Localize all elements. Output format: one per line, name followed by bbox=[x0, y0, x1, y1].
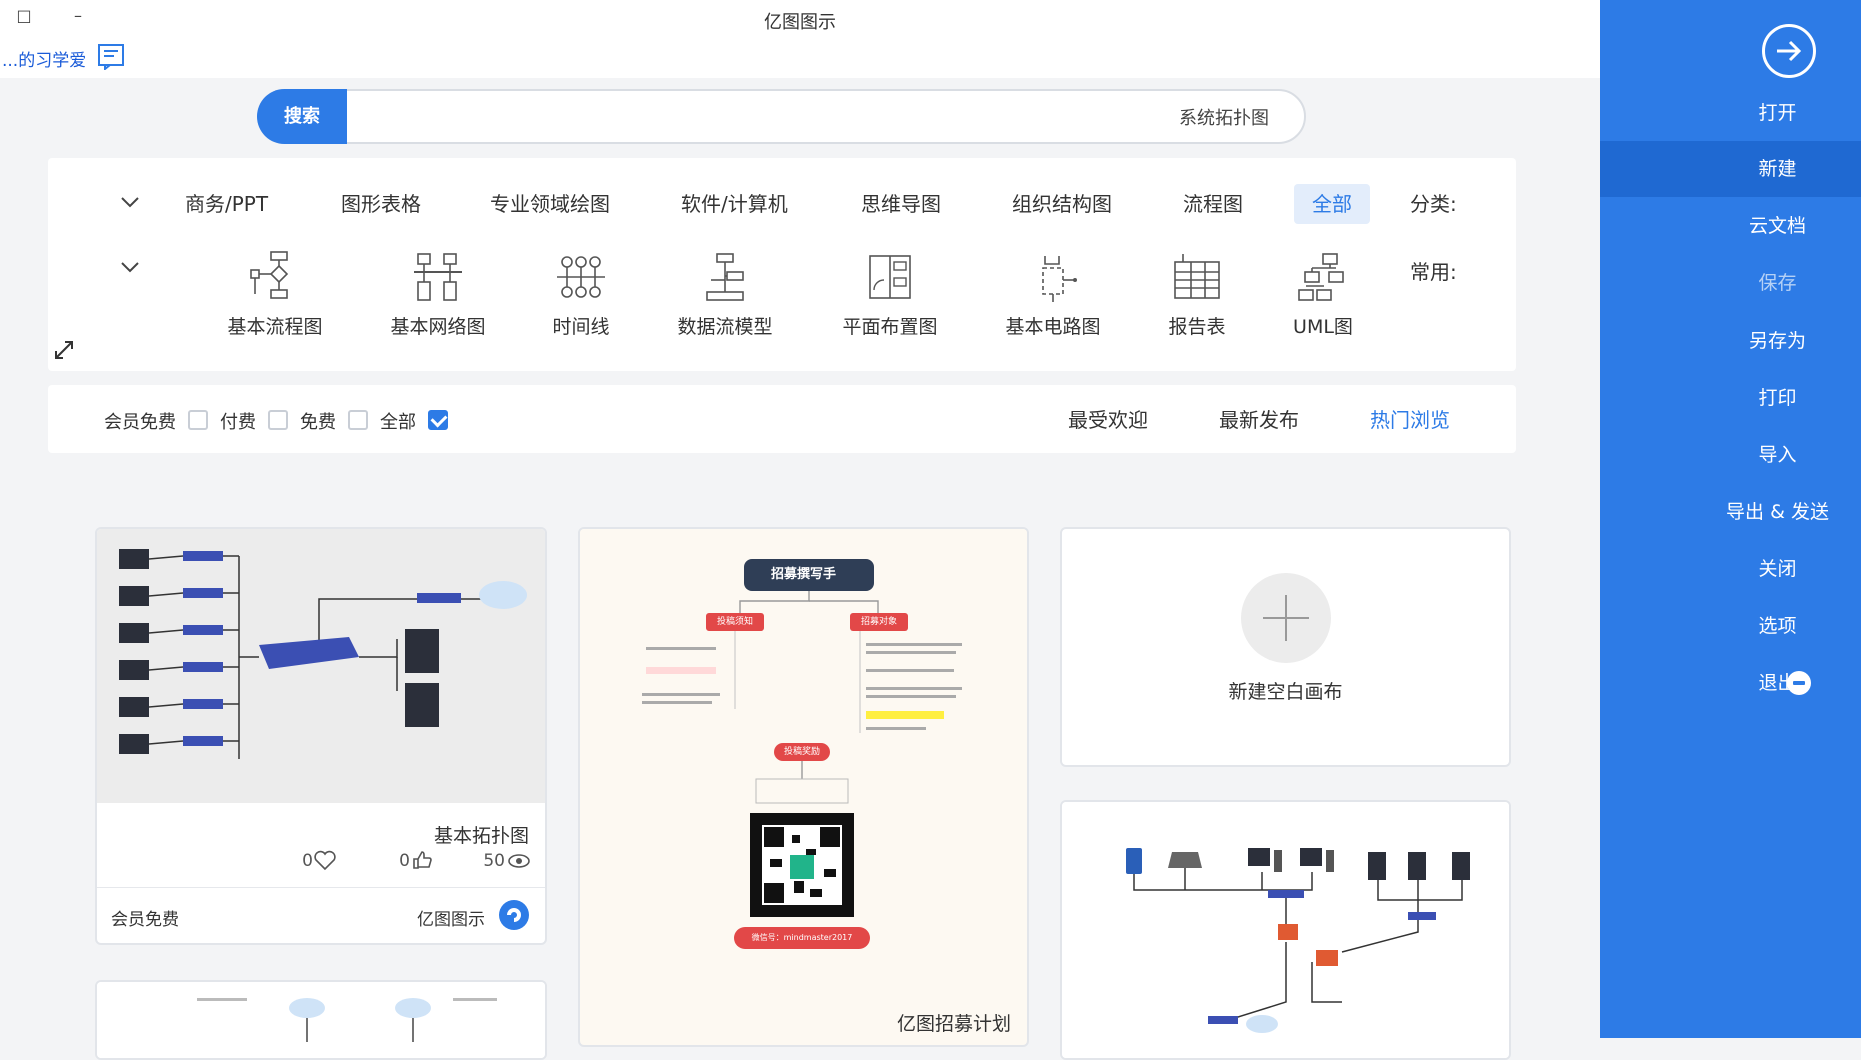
minimize-button[interactable]: – bbox=[64, 4, 92, 28]
cloud-network-preview-image bbox=[97, 982, 545, 1058]
help-book-icon[interactable] bbox=[96, 42, 126, 70]
report-table-icon bbox=[1174, 254, 1220, 299]
category-all[interactable]: 全部 bbox=[1294, 184, 1370, 224]
category-business-ppt[interactable]: 商务/PPT bbox=[167, 184, 286, 224]
menu-new[interactable]: 新建 bbox=[1600, 141, 1861, 197]
thumbs-up-icon[interactable] bbox=[411, 849, 433, 871]
likes-count: 0 bbox=[399, 851, 410, 871]
template-label: 时间线 bbox=[552, 316, 610, 338]
filter-free-checkbox[interactable] bbox=[348, 410, 368, 430]
network-preview-image bbox=[1062, 802, 1509, 1058]
menu-exit[interactable]: 退出 bbox=[1600, 655, 1861, 711]
new-blank-canvas-card[interactable]: 新建空白画布 bbox=[1060, 527, 1511, 767]
filter-label: 付费 bbox=[220, 412, 256, 433]
template-timeline[interactable]: 时间线 bbox=[516, 250, 646, 339]
filter-paid-checkbox[interactable] bbox=[268, 410, 288, 430]
template-label: 报告表 bbox=[1168, 316, 1226, 338]
category-professional[interactable]: 专业领域绘图 bbox=[472, 184, 628, 224]
data-flow-icon bbox=[706, 253, 744, 301]
menu-save-as[interactable]: 另存为 bbox=[1600, 313, 1861, 369]
floor-plan-icon bbox=[869, 255, 911, 299]
filter-all-checkbox[interactable] bbox=[428, 410, 448, 430]
category-software[interactable]: 软件/计算机 bbox=[663, 184, 806, 224]
template-card-network-cloud[interactable] bbox=[95, 980, 547, 1060]
edraw-logo-icon bbox=[499, 900, 529, 930]
mindmap-left-node: 投稿须知 bbox=[716, 617, 753, 627]
filter-member-free-checkbox[interactable] bbox=[188, 410, 208, 430]
mindmap-bottom-node: 投稿奖励 bbox=[783, 747, 820, 757]
chevron-down-icon[interactable] bbox=[118, 255, 142, 279]
template-network[interactable]: 基本网络图 bbox=[373, 250, 503, 339]
mindmap-contact: 微信号：mindmaster2017 bbox=[751, 933, 853, 942]
card-author: 亿图图示 bbox=[417, 910, 485, 930]
common-label: 常用: bbox=[1410, 260, 1457, 284]
category-label: 分类: bbox=[1410, 192, 1457, 216]
restore-button[interactable]: □ bbox=[10, 4, 38, 28]
arrow-right-circle-icon[interactable] bbox=[1762, 24, 1816, 78]
menu-import[interactable]: 导入 bbox=[1600, 427, 1861, 483]
mindmap-right-node: 招募对象 bbox=[860, 617, 897, 627]
menu-print[interactable]: 打印 bbox=[1600, 370, 1861, 426]
sort-tab-latest[interactable]: 最新发布 bbox=[1219, 404, 1299, 433]
card-title: 亿图招募计划 bbox=[896, 1013, 1011, 1035]
topology-preview-image bbox=[97, 529, 545, 803]
card-price: 会员免费 bbox=[111, 910, 179, 930]
heart-icon[interactable] bbox=[313, 849, 337, 871]
menu-close[interactable]: 关闭 bbox=[1600, 541, 1861, 597]
category-mind-map[interactable]: 思维导图 bbox=[843, 184, 959, 224]
template-label: 基本流程图 bbox=[227, 316, 323, 338]
template-label: 基本网络图 bbox=[390, 316, 486, 338]
plus-icon bbox=[1241, 573, 1331, 663]
filter-label: 免费 bbox=[300, 412, 336, 433]
category-flowchart[interactable]: 流程图 bbox=[1165, 184, 1261, 224]
filter-label: 会员免费 bbox=[104, 412, 176, 433]
filter-label: 全部 bbox=[380, 412, 416, 433]
chevron-down-icon[interactable] bbox=[118, 190, 142, 214]
sort-tab-hot[interactable]: 热门浏览 bbox=[1370, 404, 1450, 433]
views-count: 50 bbox=[483, 851, 505, 871]
search-input[interactable] bbox=[349, 92, 1289, 141]
menu-open[interactable]: 打开 bbox=[1600, 85, 1861, 141]
timeline-icon bbox=[557, 256, 605, 298]
window-title: 亿图图示 bbox=[764, 12, 836, 33]
template-flowchart[interactable]: 基本流程图 bbox=[210, 250, 340, 339]
template-label: UML图 bbox=[1293, 316, 1353, 338]
eye-icon bbox=[508, 854, 530, 868]
template-card-topology[interactable]: 基本拓扑图 50 0 0 会员免费 亿图图示 bbox=[95, 527, 547, 945]
template-card-network[interactable] bbox=[1060, 800, 1511, 1060]
template-label: 基本电路图 bbox=[1005, 316, 1101, 338]
template-report[interactable]: 报告表 bbox=[1132, 250, 1262, 339]
template-label: 数据流模型 bbox=[677, 316, 773, 338]
toolbar-strip bbox=[0, 38, 1600, 78]
favorites-count: 0 bbox=[302, 851, 313, 871]
template-label: 平面布置图 bbox=[842, 316, 938, 338]
menu-save[interactable]: 保存 bbox=[1600, 255, 1861, 311]
category-graphic-table[interactable]: 图形表格 bbox=[323, 184, 439, 224]
template-card-recruit-mindmap[interactable]: 招募撰写手 投稿须知 招募对象 投稿奖励 微信号：mindmaster2017 … bbox=[578, 527, 1029, 1047]
network-diagram-icon bbox=[414, 253, 462, 301]
help-link[interactable]: ...的习学爱 bbox=[2, 46, 86, 71]
category-org-chart[interactable]: 组织结构图 bbox=[994, 184, 1130, 224]
template-uml[interactable]: UML图 bbox=[1258, 250, 1388, 339]
sort-tab-popular[interactable]: 最受欢迎 bbox=[1068, 404, 1148, 433]
uml-diagram-icon bbox=[1298, 253, 1344, 301]
flowchart-icon bbox=[250, 251, 289, 299]
expand-icon[interactable] bbox=[52, 338, 76, 362]
search-button[interactable]: 搜索 bbox=[257, 89, 347, 144]
mindmap-center-node: 招募撰写手 bbox=[770, 567, 836, 582]
template-circuit[interactable]: 基本电路图 bbox=[988, 250, 1118, 339]
template-floor-plan[interactable]: 平面布置图 bbox=[825, 250, 955, 339]
template-data-flow[interactable]: 数据流模型 bbox=[660, 250, 790, 339]
menu-options[interactable]: 选项 bbox=[1600, 598, 1861, 654]
menu-export-send[interactable]: 导出 & 发送 bbox=[1600, 484, 1861, 540]
menu-cloud-docs[interactable]: 云文档 bbox=[1600, 198, 1861, 254]
circuit-icon bbox=[1042, 256, 1077, 302]
exit-minus-icon bbox=[1787, 671, 1811, 695]
blank-canvas-label: 新建空白画布 bbox=[1228, 681, 1343, 703]
card-title: 基本拓扑图 bbox=[433, 825, 529, 847]
card-divider bbox=[97, 887, 545, 888]
